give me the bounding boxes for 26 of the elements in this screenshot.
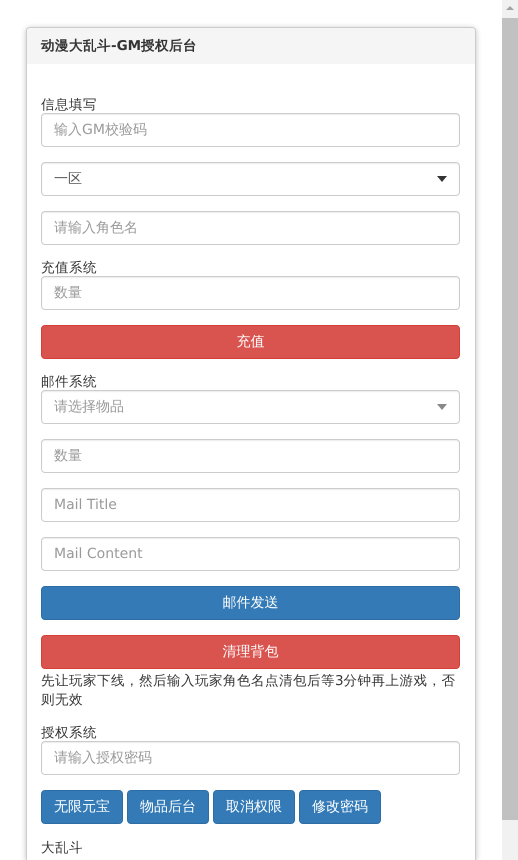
select-field[interactable]: 一区 [41, 162, 460, 196]
input-field[interactable]: 数量 [41, 276, 460, 310]
section-label: 信息填写 [41, 97, 97, 113]
action-button[interactable]: 物品后台 [127, 790, 209, 824]
action-button[interactable]: 无限元宝 [41, 790, 123, 824]
input-field[interactable]: 请输入角色名 [41, 211, 460, 245]
input-field[interactable]: Mail Title [41, 488, 460, 522]
action-button[interactable]: 取消权限 [213, 790, 295, 824]
caret-icon [437, 404, 447, 410]
section-label: 充值系统 [41, 260, 97, 276]
input-field[interactable]: Mail Content [41, 537, 460, 571]
input-field[interactable]: 数量 [41, 439, 460, 473]
scrollbar-thumb[interactable] [502, 18, 518, 820]
input-field[interactable]: 请输入授权密码 [41, 741, 460, 775]
input-field[interactable]: 输入GM校验码 [41, 113, 460, 147]
section-label: 邮件系统 [41, 374, 97, 390]
caret-icon [437, 176, 447, 182]
action-button[interactable]: 充值 [41, 325, 460, 359]
panel-title: 动漫大乱斗-GM授权后台 [27, 28, 475, 64]
instruction-text: 先让玩家下线，然后输入玩家角色名点清包后等3分钟再上游戏，否则无效 [41, 672, 457, 710]
action-button[interactable]: 修改密码 [299, 790, 381, 824]
section-label: 授权系统 [41, 725, 97, 741]
footer-text: 大乱斗 [41, 839, 83, 857]
action-button[interactable]: 清理背包 [41, 635, 460, 669]
action-button[interactable]: 邮件发送 [41, 586, 460, 620]
select-field[interactable]: 请选择物品 [41, 390, 460, 424]
